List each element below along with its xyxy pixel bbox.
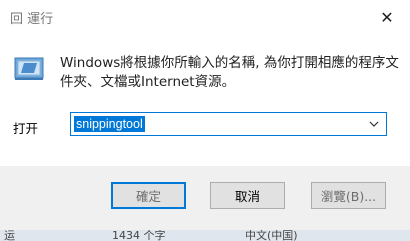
close-button[interactable]: ✕ bbox=[364, 0, 410, 34]
run-icon bbox=[12, 50, 46, 84]
title-bar[interactable]: 回 運行 ✕ bbox=[0, 0, 410, 34]
description-text: Windows將根據你所輸入的名稱, 為你打開相應的程序文件夾、文檔或Inter… bbox=[60, 55, 399, 90]
run-dialog: 回 運行 ✕ Windows將根據你所輸入的名稱, 為你打開相應的程序文件夾、文… bbox=[0, 0, 410, 230]
chevron-down-icon bbox=[369, 121, 379, 127]
browse-button[interactable]: 瀏覽(B)... bbox=[311, 182, 386, 209]
open-input[interactable]: snippingtool bbox=[74, 116, 145, 132]
dropdown-button[interactable] bbox=[362, 113, 386, 135]
window-title: 回 運行 bbox=[10, 12, 54, 27]
open-label: 打开 bbox=[13, 121, 39, 136]
ok-button[interactable]: 確定 bbox=[111, 182, 186, 209]
taskbar-left-text: 运 bbox=[4, 230, 15, 241]
language-indicator: 中文(中国) bbox=[245, 230, 298, 241]
taskbar-strip: 运 1434 个字 中文(中国) bbox=[0, 230, 410, 241]
open-combobox[interactable]: snippingtool bbox=[70, 112, 387, 136]
cancel-button[interactable]: 取消 bbox=[210, 182, 285, 209]
close-icon: ✕ bbox=[380, 7, 394, 27]
word-count: 1434 个字 bbox=[112, 230, 166, 241]
